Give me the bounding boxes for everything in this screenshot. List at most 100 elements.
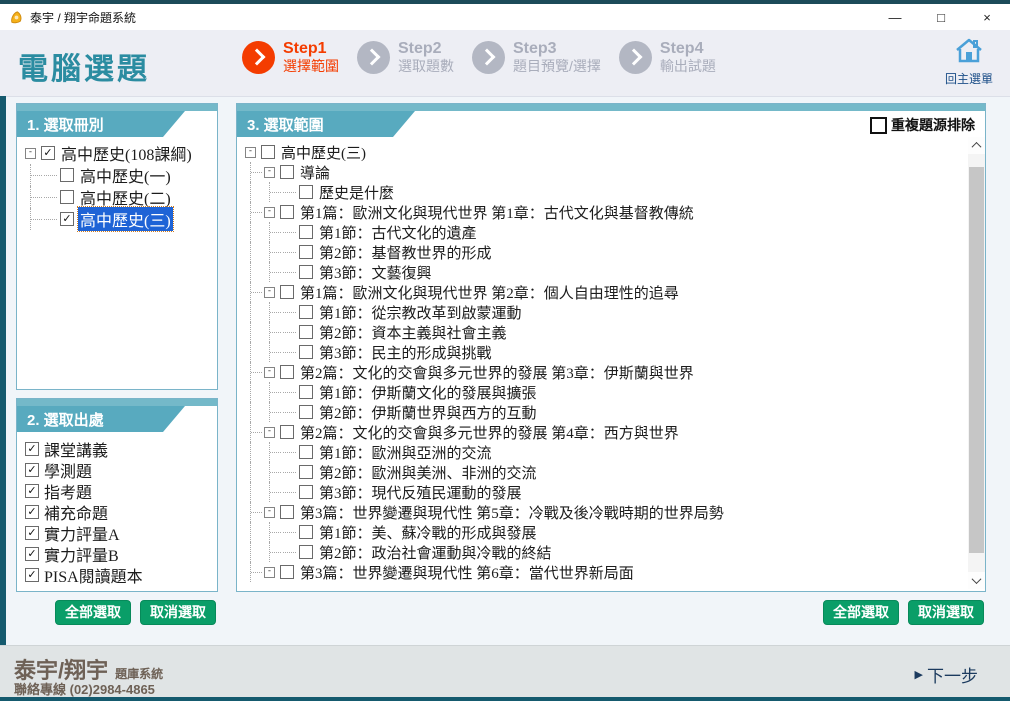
tree-node-label[interactable]: 第3篇：世界變遷與現代性 第6章：當代世界新局面 bbox=[298, 562, 636, 583]
chevron-up-icon bbox=[971, 141, 982, 152]
step-item-3: Step3 題目預覽/選擇 bbox=[472, 40, 601, 74]
source-checkbox[interactable]: ✓ bbox=[25, 525, 39, 540]
tree-checkbox[interactable] bbox=[299, 545, 313, 559]
expander-slot: - bbox=[25, 142, 41, 164]
tree-checkbox[interactable] bbox=[299, 525, 313, 539]
tree-node-label[interactable]: 第1篇：歐洲文化與現代世界 第2章：個人自由理性的追尋 bbox=[298, 282, 681, 303]
collapse-icon[interactable]: - bbox=[264, 506, 275, 518]
tree-node-label[interactable]: 第2節：基督教世界的形成 bbox=[317, 242, 494, 263]
tree-checkbox[interactable] bbox=[299, 305, 313, 319]
tree-checkbox[interactable] bbox=[280, 505, 294, 519]
minimize-button[interactable]: — bbox=[872, 4, 918, 30]
tree-checkbox[interactable] bbox=[60, 168, 74, 182]
tree-node-label[interactable]: 第1節：歐洲與亞洲的交流 bbox=[317, 442, 494, 463]
tree-checkbox[interactable] bbox=[280, 365, 294, 379]
source-label[interactable]: PISA閱讀題本 bbox=[44, 563, 143, 587]
step-label: 選取題數 bbox=[398, 58, 454, 75]
tree-checkbox[interactable] bbox=[299, 405, 313, 419]
source-checkbox[interactable]: ✓ bbox=[25, 504, 39, 519]
tree-node-label[interactable]: 歷史是什麼 bbox=[317, 182, 396, 203]
close-button[interactable]: × bbox=[964, 4, 1010, 30]
tree-checkbox[interactable] bbox=[299, 485, 313, 499]
tree-guide bbox=[269, 402, 283, 422]
step-item-2: Step2 選取題數 bbox=[357, 40, 454, 74]
tree-checkbox[interactable] bbox=[299, 265, 313, 279]
tree-node-label[interactable]: 第2節：資本主義與社會主義 bbox=[317, 322, 509, 343]
collapse-icon[interactable]: - bbox=[245, 146, 256, 158]
scrollbar[interactable] bbox=[968, 137, 985, 589]
tree-checkbox[interactable] bbox=[299, 225, 313, 239]
dedupe-checkbox[interactable] bbox=[870, 116, 887, 134]
tree-guide bbox=[250, 262, 264, 282]
tree-node: - 第3篇：世界變遷與現代性 第5章：冷戰及後冷戰時期的世界局勢 bbox=[245, 502, 981, 522]
tree-node-label[interactable]: 第2節：歐洲與美洲、非洲的交流 bbox=[317, 462, 539, 483]
tree-node-label[interactable]: 第1節：伊斯蘭文化的發展與擴張 bbox=[317, 382, 539, 403]
tree-node-label[interactable]: 導論 bbox=[298, 162, 332, 183]
tree-checkbox[interactable] bbox=[299, 385, 313, 399]
tree-checkbox[interactable] bbox=[60, 190, 74, 204]
deselect-books-button[interactable]: 取消選取 bbox=[140, 600, 216, 625]
tree-node-label[interactable]: 第2篇：文化的交會與多元世界的發展 第4章：西方與世界 bbox=[298, 422, 681, 443]
tree-checkbox[interactable]: ✓ bbox=[41, 146, 55, 160]
tree-checkbox[interactable] bbox=[280, 425, 294, 439]
panel1-title: 1. 選取冊別 bbox=[17, 111, 185, 137]
tree-node-label[interactable]: 第2節：政治社會運動與冷戰的終結 bbox=[317, 542, 554, 563]
expander-slot: - bbox=[245, 142, 261, 162]
tree-node-label[interactable]: 第3節：文藝復興 bbox=[317, 262, 434, 283]
source-checkbox[interactable]: ✓ bbox=[25, 462, 39, 477]
deselect-range-button[interactable]: 取消選取 bbox=[908, 600, 984, 625]
source-checkbox[interactable]: ✓ bbox=[25, 441, 39, 456]
tree-checkbox[interactable] bbox=[280, 205, 294, 219]
tree-node-label[interactable]: 第1節：從宗教改革到啟蒙運動 bbox=[317, 302, 524, 323]
expander-slot: - bbox=[264, 502, 280, 522]
tree-checkbox[interactable] bbox=[280, 285, 294, 299]
tree-checkbox[interactable] bbox=[280, 565, 294, 579]
source-checkbox[interactable]: ✓ bbox=[25, 483, 39, 498]
collapse-icon[interactable]: - bbox=[25, 147, 36, 159]
tree-node: - 第2篇：文化的交會與多元世界的發展 第4章：西方與世界 bbox=[245, 422, 981, 442]
tree-checkbox[interactable] bbox=[299, 325, 313, 339]
tree-checkbox[interactable] bbox=[299, 345, 313, 359]
tree-checkbox[interactable] bbox=[280, 165, 294, 179]
scroll-down-button[interactable] bbox=[968, 572, 985, 589]
tree-guide bbox=[250, 222, 264, 242]
collapse-icon[interactable]: - bbox=[264, 166, 275, 178]
tree-node-label[interactable]: 第1節：古代文化的遺產 bbox=[317, 222, 479, 243]
tree-checkbox[interactable] bbox=[299, 445, 313, 459]
tree-node-label[interactable]: 高中歷史(二) bbox=[78, 185, 173, 209]
tree-node-label[interactable]: 第3節：民主的形成與挑戰 bbox=[317, 342, 494, 363]
tree-node-label[interactable]: 第2篇：文化的交會與多元世界的發展 第3章：伊斯蘭與世界 bbox=[298, 362, 696, 383]
chevron-right-icon bbox=[478, 48, 496, 66]
tree-node-label[interactable]: 第1節：美、蘇冷戰的形成與發展 bbox=[317, 522, 539, 543]
source-checkbox[interactable]: ✓ bbox=[25, 567, 39, 582]
step-name: Step1 bbox=[283, 40, 327, 57]
tree-node-label[interactable]: 高中歷史(三) bbox=[279, 142, 368, 163]
tree-node-label[interactable]: 第2節：伊斯蘭世界與西方的互動 bbox=[317, 402, 539, 423]
home-button[interactable]: 回主選單 bbox=[940, 36, 998, 87]
tree-node-label[interactable]: 第3篇：世界變遷與現代性 第5章：冷戰及後冷戰時期的世界局勢 bbox=[298, 502, 726, 523]
leaf-slot bbox=[283, 262, 299, 282]
select-all-books-button[interactable]: 全部選取 bbox=[55, 600, 131, 625]
tree-node-label[interactable]: 高中歷史(108課綱) bbox=[59, 141, 194, 165]
collapse-icon[interactable]: - bbox=[264, 286, 275, 298]
tree-checkbox[interactable] bbox=[299, 185, 313, 199]
tree-checkbox[interactable] bbox=[299, 465, 313, 479]
scroll-up-button[interactable] bbox=[968, 137, 985, 154]
tree-checkbox[interactable] bbox=[299, 245, 313, 259]
tree-node-label[interactable]: 高中歷史(三) bbox=[77, 206, 174, 232]
next-step-button[interactable]: ▶ 下一步 bbox=[915, 662, 978, 687]
collapse-icon[interactable]: - bbox=[264, 426, 275, 438]
tree-checkbox[interactable]: ✓ bbox=[60, 212, 74, 226]
select-all-range-button[interactable]: 全部選取 bbox=[823, 600, 899, 625]
collapse-icon[interactable]: - bbox=[264, 206, 275, 218]
collapse-icon[interactable]: - bbox=[264, 366, 275, 378]
source-checkbox[interactable]: ✓ bbox=[25, 546, 39, 561]
tree-node-label[interactable]: 第3節：現代反殖民運動的發展 bbox=[317, 482, 524, 503]
tree-node-label[interactable]: 第1篇：歐洲文化與現代世界 第1章：古代文化與基督教傳統 bbox=[298, 202, 696, 223]
maximize-button[interactable]: □ bbox=[918, 4, 964, 30]
tree-guide bbox=[250, 382, 264, 402]
scrollbar-thumb[interactable] bbox=[969, 167, 984, 553]
tree-node-label[interactable]: 高中歷史(一) bbox=[78, 163, 173, 187]
tree-checkbox[interactable] bbox=[261, 145, 275, 159]
collapse-icon[interactable]: - bbox=[264, 566, 275, 578]
